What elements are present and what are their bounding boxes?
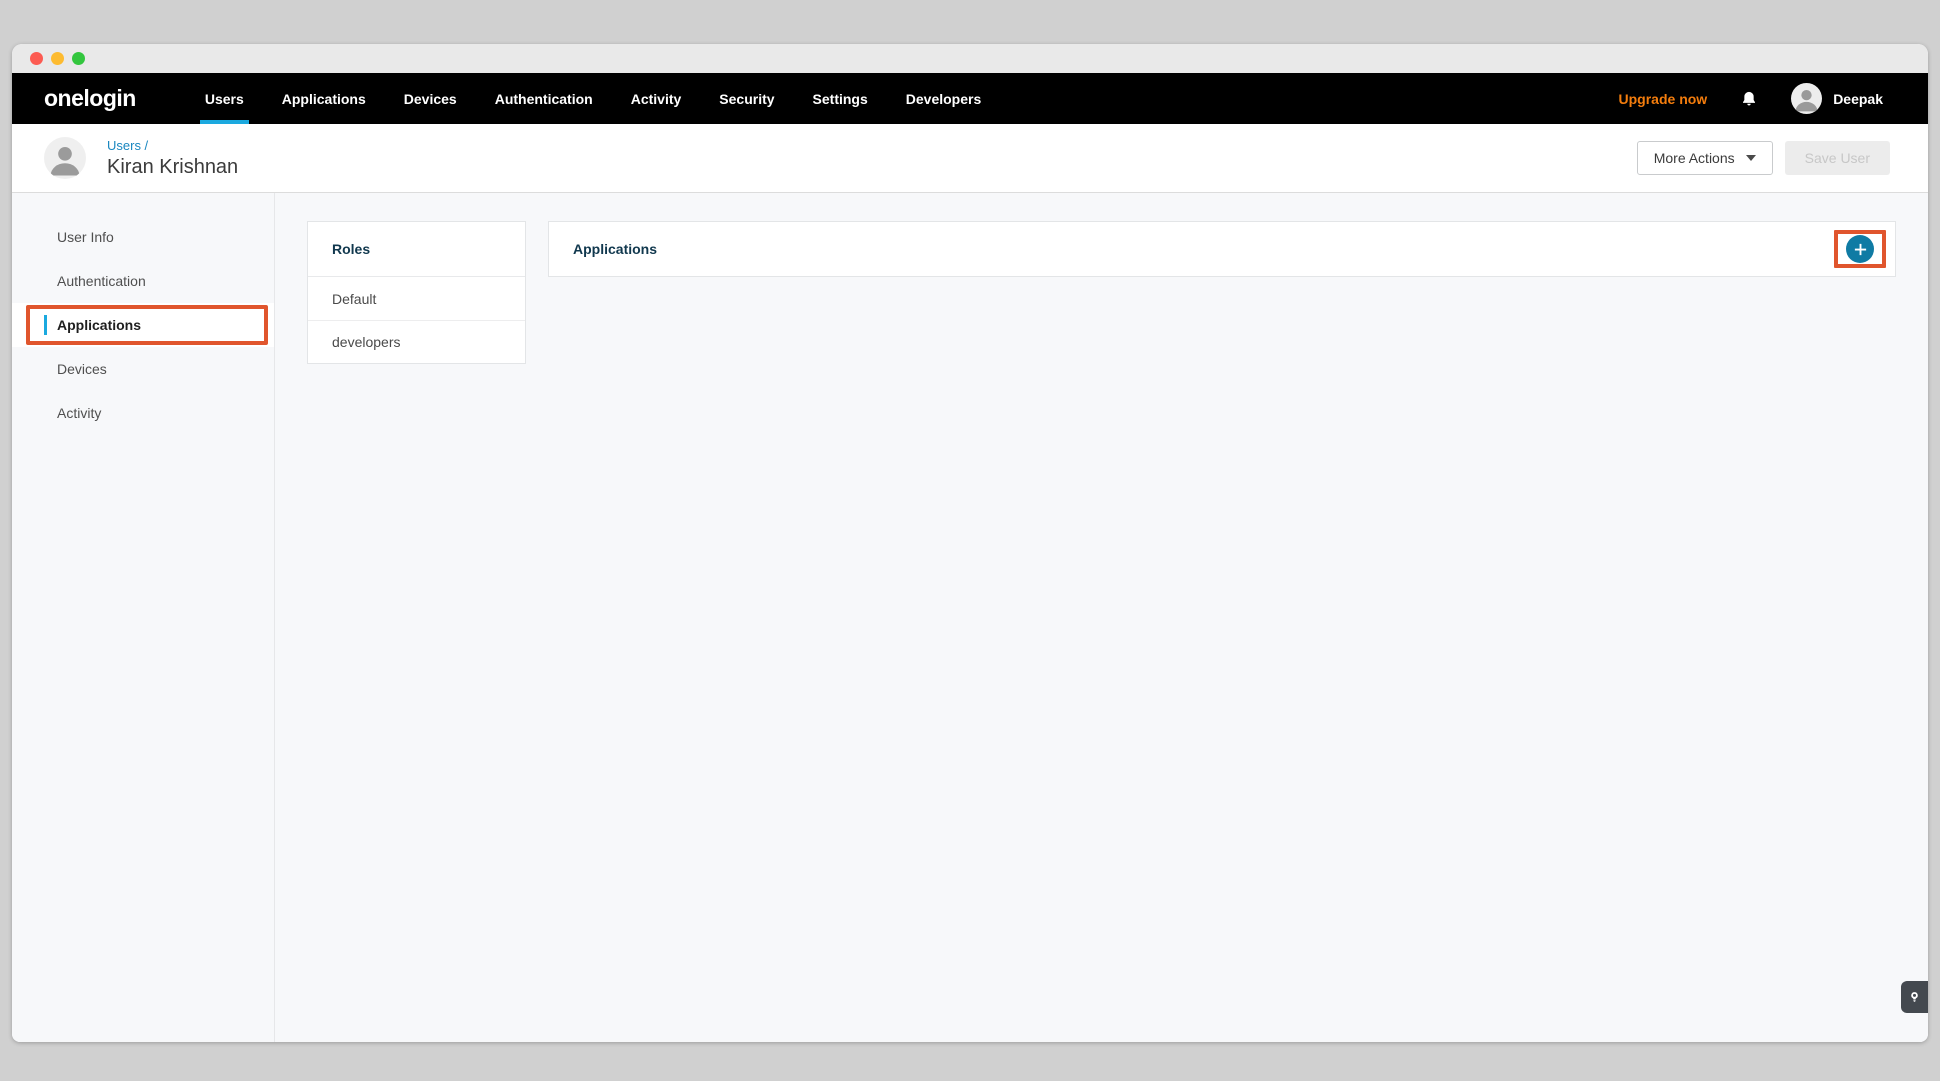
- role-row-developers[interactable]: developers: [308, 320, 525, 363]
- help-button[interactable]: [1901, 981, 1928, 1013]
- chevron-down-icon: [1746, 155, 1756, 161]
- nav-tab-applications[interactable]: Applications: [263, 73, 385, 124]
- role-row-default[interactable]: Default: [308, 277, 525, 320]
- header-actions: More Actions Save User: [1637, 141, 1890, 175]
- nav-tab-developers[interactable]: Developers: [887, 73, 1000, 124]
- navbar-right: Upgrade now Deepak: [1619, 73, 1883, 124]
- sidebar-item-label: Authentication: [57, 273, 146, 289]
- nav-tab-label: Users: [205, 91, 244, 107]
- role-label: developers: [332, 334, 401, 350]
- person-icon: [44, 137, 86, 179]
- nav-tab-settings[interactable]: Settings: [794, 73, 887, 124]
- minimize-window-button[interactable]: [51, 52, 64, 65]
- sidebar-item-label: User Info: [57, 229, 114, 245]
- close-window-button[interactable]: [30, 52, 43, 65]
- sidebar-item-label: Devices: [57, 361, 107, 377]
- user-page-header: Users / Kiran Krishnan More Actions Save…: [12, 124, 1928, 193]
- lightbulb-icon: [1908, 989, 1921, 1005]
- breadcrumb[interactable]: Users /: [107, 138, 238, 153]
- zoom-window-button[interactable]: [72, 52, 85, 65]
- nav-items: Users Applications Devices Authenticatio…: [186, 73, 1000, 124]
- top-navbar: onelogin Users Applications Devices Auth…: [12, 73, 1928, 124]
- user-identity: Users / Kiran Krishnan: [107, 138, 238, 179]
- nav-tab-label: Developers: [906, 91, 981, 107]
- nav-tab-label: Devices: [404, 91, 457, 107]
- content-area: User Info Authentication Applications De…: [12, 193, 1928, 1042]
- sidebar-item-label: Applications: [57, 317, 141, 333]
- nav-tab-devices[interactable]: Devices: [385, 73, 476, 124]
- nav-tab-label: Authentication: [495, 91, 593, 107]
- sidebar-item-authentication[interactable]: Authentication: [12, 259, 274, 303]
- nav-tab-label: Security: [719, 91, 774, 107]
- nav-tab-security[interactable]: Security: [700, 73, 793, 124]
- nav-tab-label: Activity: [631, 91, 682, 107]
- window-titlebar: [12, 44, 1928, 73]
- person-icon: [1791, 83, 1822, 114]
- applications-panel: Applications: [548, 221, 1896, 277]
- nav-tab-activity[interactable]: Activity: [612, 73, 701, 124]
- roles-card-title: Roles: [308, 222, 525, 277]
- user-sidebar: User Info Authentication Applications De…: [12, 193, 275, 1042]
- role-label: Default: [332, 291, 376, 307]
- active-indicator-bar: [44, 315, 47, 335]
- main-panels: Roles Default developers Applications: [275, 193, 1928, 1042]
- sidebar-item-activity[interactable]: Activity: [12, 391, 274, 435]
- nav-tab-label: Applications: [282, 91, 366, 107]
- applications-panel-title: Applications: [549, 222, 1834, 277]
- onelogin-logo[interactable]: onelogin: [44, 85, 136, 112]
- nav-tab-users[interactable]: Users: [186, 73, 263, 124]
- save-user-button[interactable]: Save User: [1785, 141, 1890, 175]
- account-menu[interactable]: Deepak: [1791, 83, 1883, 114]
- more-actions-button[interactable]: More Actions: [1637, 141, 1773, 175]
- sidebar-item-user-info[interactable]: User Info: [12, 215, 274, 259]
- sidebar-item-devices[interactable]: Devices: [12, 347, 274, 391]
- more-actions-label: More Actions: [1654, 150, 1735, 166]
- nav-tab-label: Settings: [813, 91, 868, 107]
- add-application-button[interactable]: [1846, 235, 1874, 263]
- page-title: Kiran Krishnan: [107, 156, 238, 179]
- account-name: Deepak: [1833, 91, 1883, 107]
- sidebar-item-applications[interactable]: Applications: [12, 303, 274, 347]
- nav-tab-authentication[interactable]: Authentication: [476, 73, 612, 124]
- plus-icon: [1853, 242, 1868, 257]
- bell-icon[interactable]: [1740, 89, 1758, 109]
- roles-card: Roles Default developers: [307, 221, 526, 364]
- highlight-annotation-add-application: [1834, 230, 1886, 268]
- upgrade-now-link[interactable]: Upgrade now: [1619, 91, 1708, 107]
- sidebar-item-label: Activity: [57, 405, 101, 421]
- app-window: onelogin Users Applications Devices Auth…: [12, 44, 1928, 1042]
